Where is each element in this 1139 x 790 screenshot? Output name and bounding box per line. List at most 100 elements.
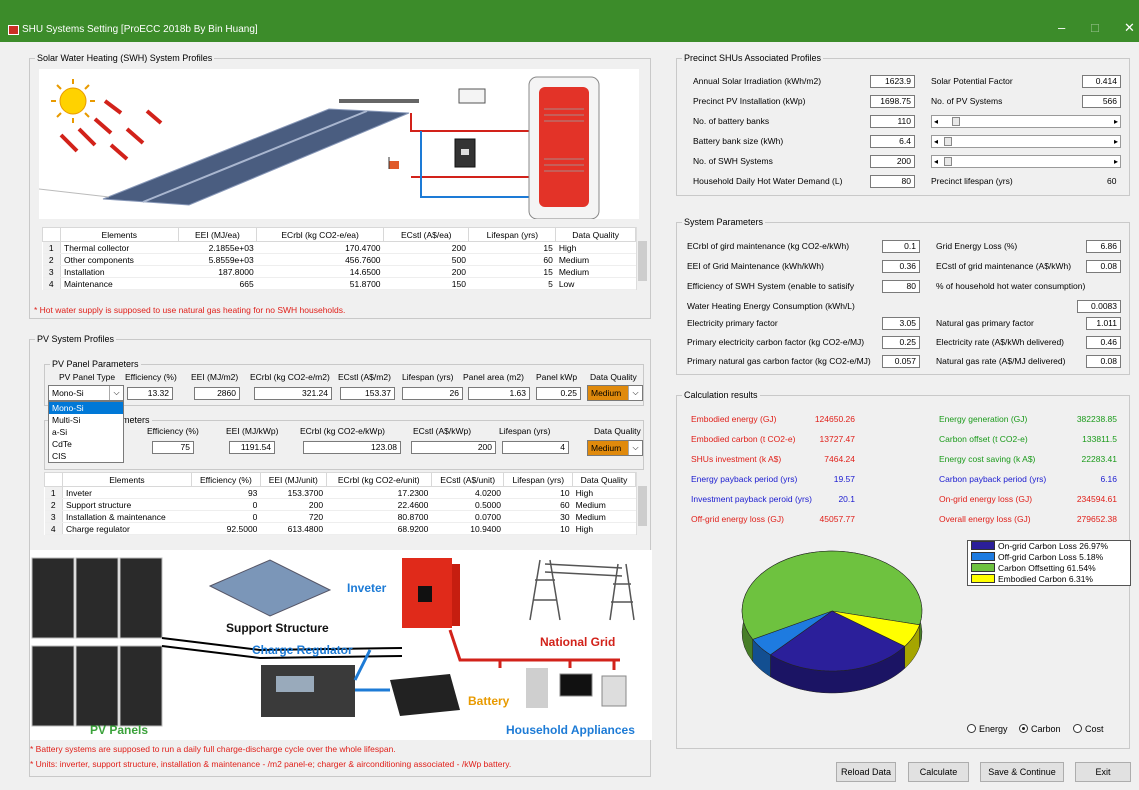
radio-energy[interactable]: Energy (967, 724, 1008, 734)
sys-v4-field[interactable]: 0.08 (1086, 260, 1121, 273)
swh-elements-table[interactable]: Elements EEI (MJ/ea) ECrbl (kg CO2-e/ea) EC… (42, 227, 636, 290)
pvi-field[interactable]: 1698.75 (870, 95, 915, 108)
pv-elements-table[interactable]: Elements Efficiency (%) EEI (MJ/unit) ECrbl… (44, 472, 636, 535)
table-row[interactable]: 1 Thermal collector 2.1855e+03 170.4700 200 1… (42, 241, 636, 254)
slider-thumb[interactable] (944, 137, 952, 146)
reload-data-button[interactable]: Reload Data (836, 762, 896, 782)
sys-v5-field[interactable]: 80 (882, 280, 920, 293)
sys-v1-field[interactable]: 0.1 (882, 240, 920, 253)
pv-panel-eff-field[interactable]: 13.32 (127, 387, 173, 400)
pv-panel-type-select[interactable]: Mono-Si ⌵ (48, 385, 124, 401)
save-continue-button[interactable]: Save & Continue (980, 762, 1064, 782)
pv-table-scrollbar[interactable] (636, 472, 648, 535)
slider-thumb[interactable] (952, 117, 960, 126)
option-cdte[interactable]: CdTe (49, 438, 123, 450)
right-arrow-icon[interactable]: ▸ (1114, 116, 1118, 127)
pv-panel-life-field[interactable]: 26 (402, 387, 463, 400)
nswh-field[interactable]: 200 (870, 155, 915, 168)
left-arrow-icon[interactable]: ◂ (934, 136, 938, 147)
sys-v8-field[interactable]: 3.05 (882, 317, 920, 330)
left-arrow-icon[interactable]: ◂ (934, 156, 938, 167)
table-row[interactable]: 3 Installation 187.8000 14.6500 200 15 Medium (42, 265, 636, 278)
pv-panel-ecrbl-field[interactable]: 321.24 (254, 387, 332, 400)
pv-panel-area-field[interactable]: 1.63 (468, 387, 530, 400)
swh-col-header[interactable]: Lifespan (yrs) (468, 227, 557, 242)
sys-v7-field[interactable]: 0.0083 (1077, 300, 1121, 313)
sys-v10-field[interactable]: 0.25 (882, 336, 920, 349)
table-row[interactable]: 1 Inveter 93 153.3700 17.2300 4.0200 10 High (44, 486, 636, 499)
calculate-button[interactable]: Calculate (908, 762, 969, 782)
pv-panel-kwp-field[interactable]: 0.25 (536, 387, 581, 400)
right-arrow-icon[interactable]: ▸ (1114, 136, 1118, 147)
pv-panel-ecstl-field[interactable]: 153.37 (340, 387, 395, 400)
table-row[interactable]: 2 Support structure 0 200 22.4600 0.5000 60 Med… (44, 498, 636, 511)
sys-v11-field[interactable]: 0.46 (1086, 336, 1121, 349)
sys-v2-field[interactable]: 6.86 (1086, 240, 1121, 253)
swh-col-header[interactable]: ECrbl (kg CO2-e/ea) (256, 227, 385, 242)
option-a-si[interactable]: a-Si (49, 426, 123, 438)
table-row[interactable]: 4 Charge regulator 92.5000 613.4800 68.9200 1… (44, 522, 636, 535)
npv-field[interactable]: 566 (1082, 95, 1121, 108)
batt-ecstl-field[interactable]: 200 (411, 441, 496, 454)
swh-table-scrollbar[interactable] (636, 227, 648, 290)
batt-eff-field[interactable]: 75 (152, 441, 194, 454)
batt-eei-field[interactable]: 1191.54 (229, 441, 275, 454)
radio-cost[interactable]: Cost (1073, 724, 1104, 734)
pv-col-header[interactable]: ECrbl (kg CO2-e/unit) (325, 472, 432, 487)
pv-col-header[interactable]: Efficiency (%) (190, 472, 261, 487)
table-row[interactable]: 3 Installation & maintenance 0 720 80.8700 0.… (44, 510, 636, 523)
radio-carbon[interactable]: Carbon (1019, 724, 1061, 734)
slider-thumb[interactable] (944, 157, 952, 166)
result-value: 6.16 (1100, 474, 1117, 484)
swh-col-header[interactable]: Data Quality (555, 227, 636, 242)
nbb-slider[interactable]: ◂ ▸ (931, 115, 1121, 128)
spf-field[interactable]: 0.414 (1082, 75, 1121, 88)
left-arrow-icon[interactable]: ◂ (934, 116, 938, 127)
option-mono-si[interactable]: Mono-Si (49, 402, 123, 414)
exit-button[interactable]: Exit (1075, 762, 1131, 782)
swh-col-header[interactable]: ECstl (A$/ea) (383, 227, 470, 242)
pv-col-header[interactable] (44, 472, 63, 487)
table-row[interactable]: 2 Other components 5.8559e+03 456.7600 500 60… (42, 253, 636, 266)
pv-panel-dq-select[interactable]: Medium ⌵ (587, 385, 643, 401)
sys-v9-field[interactable]: 1.011 (1086, 317, 1121, 330)
bbs-field[interactable]: 6.4 (870, 135, 915, 148)
pv-col-header[interactable]: Elements (62, 472, 192, 487)
bbs-slider[interactable]: ◂ ▸ (931, 135, 1121, 148)
table-cell: Charge regulator (62, 522, 192, 535)
pv-col-header[interactable]: ECstl (A$/unit) (430, 472, 505, 487)
table-row[interactable]: 4 Maintenance 665 51.8700 150 5 Low (42, 277, 636, 290)
nswh-slider[interactable]: ◂ ▸ (931, 155, 1121, 168)
irr-field[interactable]: 1623.9 (870, 75, 915, 88)
option-cis[interactable]: CIS (49, 450, 123, 462)
pv-col-header[interactable]: Lifespan (yrs) (503, 472, 574, 487)
pv-panel-title: PV System Profiles (35, 334, 117, 344)
radio-energy-label: Energy (979, 724, 1008, 734)
sys-v13-field[interactable]: 0.08 (1086, 355, 1121, 368)
batt-ecrbl-field[interactable]: 123.08 (303, 441, 401, 454)
right-arrow-icon[interactable]: ▸ (1114, 156, 1118, 167)
sys-v3-field[interactable]: 0.36 (882, 260, 920, 273)
table-cell: 2 (42, 253, 61, 266)
nbb-field[interactable]: 110 (870, 115, 915, 128)
sys-v12-field[interactable]: 0.057 (882, 355, 920, 368)
swh-col-header[interactable] (42, 227, 61, 242)
swh-panel: Solar Water Heating (SWH) System Profile… (29, 53, 651, 319)
result-label: Energy generation (GJ) (939, 414, 1028, 424)
table-cell: Installation & maintenance (62, 510, 192, 523)
table-cell: 0 (191, 498, 261, 511)
option-multi-si[interactable]: Multi-Si (49, 414, 123, 426)
minimize-button[interactable]: – (1058, 20, 1065, 35)
batt-dq-select[interactable]: Medium ⌵ (587, 440, 643, 456)
hdr-batt-ecrbl: ECrbl (kg CO2-e/kWp) (300, 426, 386, 436)
maximize-button[interactable]: □ (1091, 20, 1099, 35)
swh-col-header[interactable]: EEI (MJ/ea) (177, 227, 258, 242)
swh-col-header[interactable]: Elements (60, 227, 179, 242)
close-button[interactable]: ✕ (1124, 20, 1135, 36)
pv-panel-eei-field[interactable]: 2860 (194, 387, 240, 400)
batt-life-field[interactable]: 4 (502, 441, 569, 454)
pv-col-header[interactable]: Data Quality (572, 472, 636, 487)
pv-panel-type-dropdown[interactable]: Mono-Si Multi-Si a-Si CdTe CIS (48, 401, 124, 463)
pv-col-header[interactable]: EEI (MJ/unit) (259, 472, 327, 487)
hw-field[interactable]: 80 (870, 175, 915, 188)
